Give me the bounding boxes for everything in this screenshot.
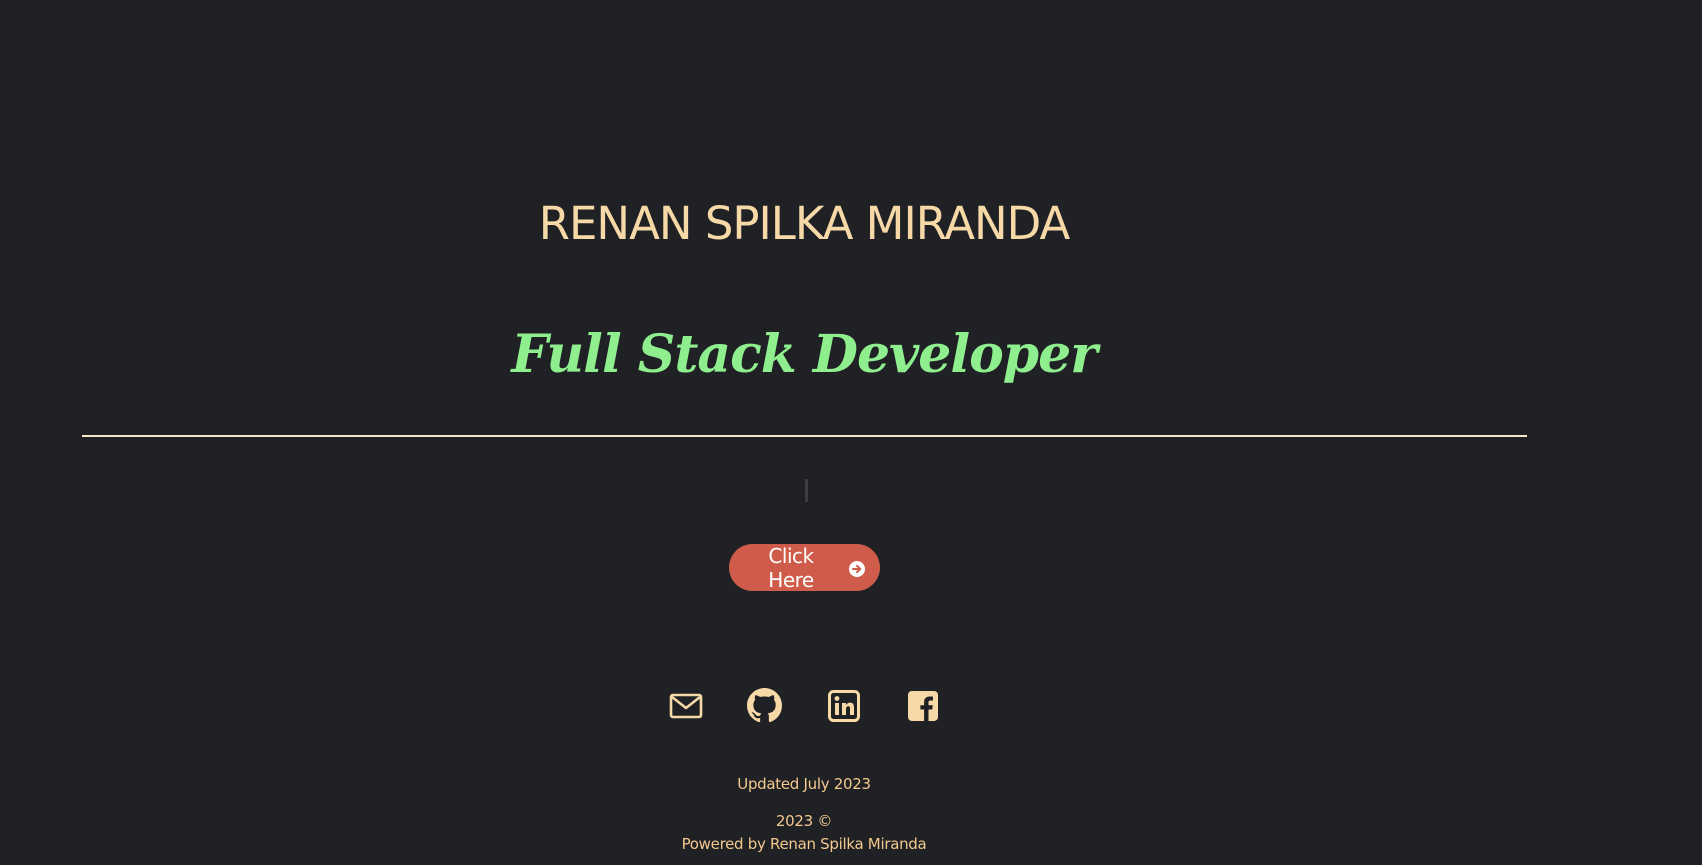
linkedin-icon (827, 689, 860, 726)
updated-text: Updated July 2023 (737, 775, 871, 793)
linkedin-link[interactable] (826, 689, 861, 726)
hero-role: Full Stack Developer (511, 324, 1097, 385)
github-link[interactable] (747, 688, 782, 727)
copyright-text: 2023 © (775, 812, 833, 830)
mail-icon (669, 692, 703, 724)
click-here-button[interactable]: Click Here (729, 543, 880, 592)
typing-cursor (805, 479, 808, 502)
facebook-link[interactable] (905, 690, 940, 725)
facebook-icon (907, 690, 939, 726)
social-links (0, 688, 1608, 727)
powered-by-text: Powered by Renan Spilka Miranda (681, 835, 927, 853)
email-link[interactable] (668, 690, 703, 725)
arrow-circle-right-icon (848, 559, 866, 577)
divider (82, 435, 1527, 437)
hero-name: RENAN SPILKA MIRANDA (538, 197, 1071, 250)
click-here-label: Click Here (768, 543, 814, 592)
github-icon (747, 688, 782, 727)
